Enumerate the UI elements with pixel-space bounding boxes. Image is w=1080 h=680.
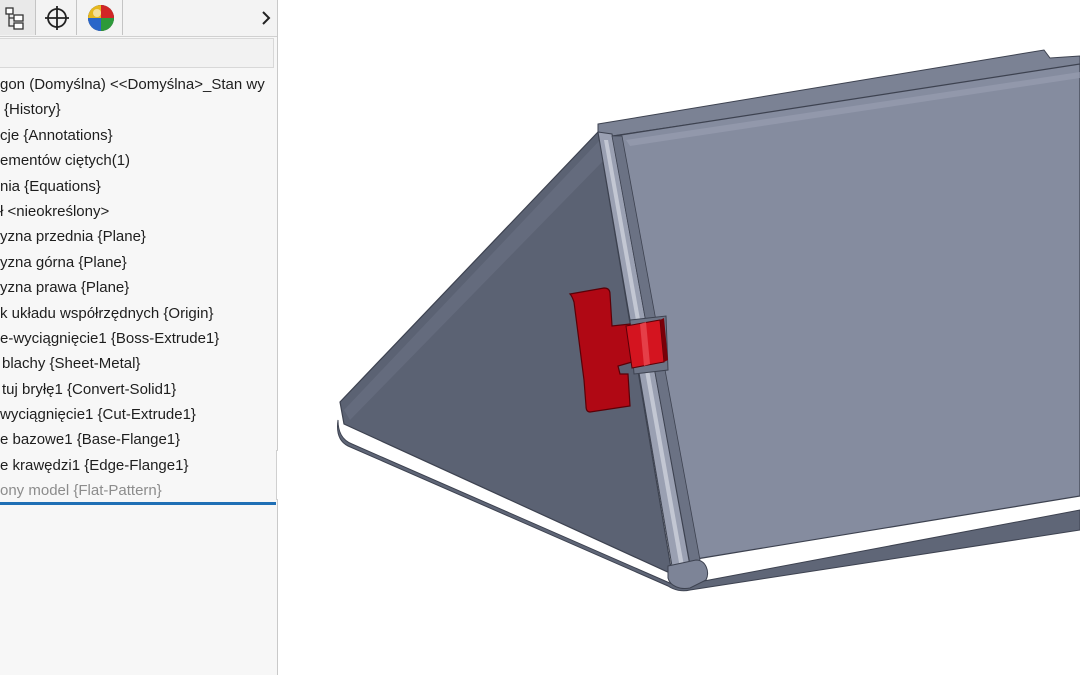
tree-item-cut-list[interactable]: ementów ciętych(1)	[0, 148, 277, 173]
panel-tab-bar	[0, 0, 277, 37]
graphics-area[interactable]	[278, 0, 1080, 675]
tree-item-sheet-metal[interactable]: blachy {Sheet-Metal}	[0, 351, 277, 376]
dimxpert-tab[interactable]	[37, 0, 77, 35]
feature-manager-panel: gon (Domyślna) <<Domyślna>_Stan wy {Hist…	[0, 0, 278, 675]
tree-item-right-plane[interactable]: yzna prawa {Plane}	[0, 275, 277, 300]
tree-item-label: ony model {Flat-Pattern}	[0, 482, 162, 500]
tree-item-history[interactable]: {History}	[0, 97, 277, 122]
tree-item-convert-solid[interactable]: tuj bryłę1 {Convert-Solid1}	[0, 377, 277, 402]
tree-item-part[interactable]: gon (Domyślna) <<Domyślna>_Stan wy	[0, 72, 277, 97]
tree-item-label: ł <nieokreślony>	[0, 202, 110, 220]
sheet-metal-model[interactable]	[278, 0, 1080, 675]
feature-manager-tab[interactable]	[0, 0, 36, 35]
tree-item-annotations[interactable]: cje {Annotations}	[0, 123, 277, 148]
tree-item-label: wyciągnięcie1 {Cut-Extrude1}	[0, 406, 196, 424]
rollback-bar[interactable]	[0, 502, 276, 505]
appearance-sphere-icon	[88, 4, 114, 31]
tree-item-label: yzna prawa {Plane}	[0, 279, 130, 297]
tree-item-label: {History}	[4, 101, 61, 119]
tree-item-base-flange[interactable]: e bazowe1 {Base-Flange1}	[0, 427, 277, 452]
tree-item-top-plane[interactable]: yzna górna {Plane}	[0, 250, 277, 275]
tree-item-flat-pattern[interactable]: ony model {Flat-Pattern}	[0, 478, 277, 503]
tree-item-label: tuj bryłę1 {Convert-Solid1}	[2, 380, 177, 398]
tree-item-label: ementów ciętych(1)	[0, 152, 131, 170]
tree-item-equations[interactable]: nia {Equations}	[0, 174, 277, 199]
tree-item-front-plane[interactable]: yzna przednia {Plane}	[0, 224, 277, 249]
tree-item-label: k układu współrzędnych {Origin}	[0, 304, 214, 322]
tree-item-label: yzna przednia {Plane}	[0, 228, 146, 246]
display-manager-tab[interactable]	[80, 0, 123, 35]
more-tabs-button[interactable]	[256, 6, 276, 30]
tree-item-label: e bazowe1 {Base-Flange1}	[0, 431, 181, 449]
tree-filter-box[interactable]	[0, 38, 274, 68]
feature-tree-icon	[4, 6, 24, 30]
crosshair-icon	[44, 5, 69, 30]
tree-item-label: e krawędzi1 {Edge-Flange1}	[0, 456, 189, 474]
tree-item-cut-extrude[interactable]: wyciągnięcie1 {Cut-Extrude1}	[0, 402, 277, 427]
tree-item-material[interactable]: ł <nieokreślony>	[0, 199, 277, 224]
tree-item-label: gon (Domyślna) <<Domyślna>_Stan wy	[0, 76, 265, 93]
tree-item-origin[interactable]: k układu współrzędnych {Origin}	[0, 301, 277, 326]
tree-item-boss-extrude[interactable]: e-wyciągnięcie1 {Boss-Extrude1}	[0, 326, 277, 351]
chevron-right-icon	[262, 11, 271, 25]
tree-item-label: nia {Equations}	[0, 177, 101, 195]
tree-item-label: yzna górna {Plane}	[0, 253, 127, 271]
tree-item-label: blachy {Sheet-Metal}	[2, 355, 141, 373]
tree-item-label: e-wyciągnięcie1 {Boss-Extrude1}	[0, 329, 220, 347]
tree-item-edge-flange[interactable]: e krawędzi1 {Edge-Flange1}	[0, 453, 277, 478]
feature-tree: gon (Domyślna) <<Domyślna>_Stan wy {Hist…	[0, 72, 277, 504]
tree-item-label: cje {Annotations}	[0, 126, 113, 144]
